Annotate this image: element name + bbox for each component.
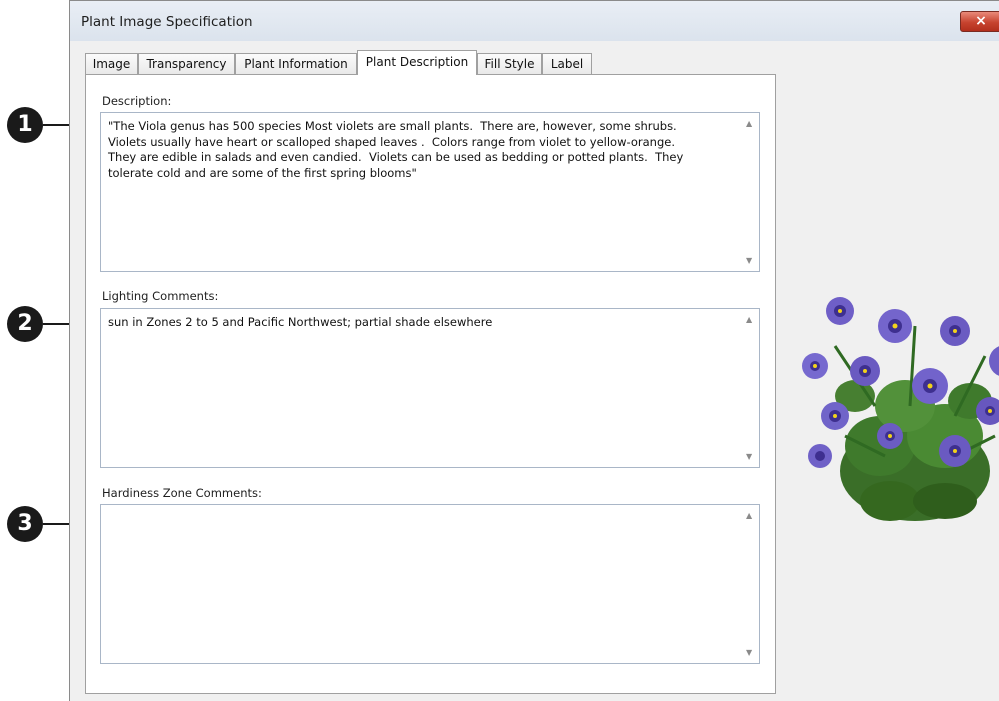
tab-plant-description[interactable]: Plant Description <box>357 50 477 75</box>
scroll-up-icon[interactable]: ▲ <box>746 511 752 520</box>
tab-transparency[interactable]: Transparency <box>138 53 235 74</box>
scroll-down-icon[interactable]: ▼ <box>746 452 752 461</box>
lighting-scrollbar[interactable]: ▲ ▼ <box>741 309 759 467</box>
scroll-up-icon[interactable]: ▲ <box>746 119 752 128</box>
scroll-down-icon[interactable]: ▼ <box>746 256 752 265</box>
plant-preview-image <box>802 297 999 521</box>
description-textarea[interactable]: "The Viola genus has 500 species Most vi… <box>100 112 760 272</box>
description-scrollbar[interactable]: ▲ ▼ <box>741 113 759 271</box>
callout-3: 3 <box>7 506 43 542</box>
hardiness-zone-comments-textarea[interactable]: ▲ ▼ <box>100 504 760 664</box>
window-title: Plant Image Specification <box>81 14 253 30</box>
scroll-up-icon[interactable]: ▲ <box>746 315 752 324</box>
hardiness-zone-comments-label: Hardiness Zone Comments: <box>102 486 262 500</box>
description-label: Description: <box>102 94 172 108</box>
hardiness-scrollbar[interactable]: ▲ ▼ <box>741 505 759 663</box>
lighting-comments-text: sun in Zones 2 to 5 and Pacific Northwes… <box>108 315 493 329</box>
lighting-comments-label: Lighting Comments: <box>102 289 219 303</box>
close-icon: × <box>975 13 987 29</box>
dialog-window: Plant Image Specification × Image Transp… <box>69 0 999 701</box>
lighting-comments-textarea[interactable]: sun in Zones 2 to 5 and Pacific Northwes… <box>100 308 760 468</box>
callout-1: 1 <box>7 107 43 143</box>
tab-image[interactable]: Image <box>85 53 138 74</box>
title-bar[interactable]: Plant Image Specification × <box>70 1 999 41</box>
scroll-down-icon[interactable]: ▼ <box>746 648 752 657</box>
description-text: "The Viola genus has 500 species Most vi… <box>108 119 684 180</box>
tab-fill-style[interactable]: Fill Style <box>477 53 542 74</box>
tab-plant-information[interactable]: Plant Information <box>235 53 357 74</box>
plant-foliage <box>833 325 996 521</box>
callout-2: 2 <box>7 306 43 342</box>
tab-label[interactable]: Label <box>542 53 592 74</box>
tab-panel-plant-description: Description: "The Viola genus has 500 sp… <box>85 74 776 694</box>
close-button[interactable]: × <box>960 11 999 32</box>
